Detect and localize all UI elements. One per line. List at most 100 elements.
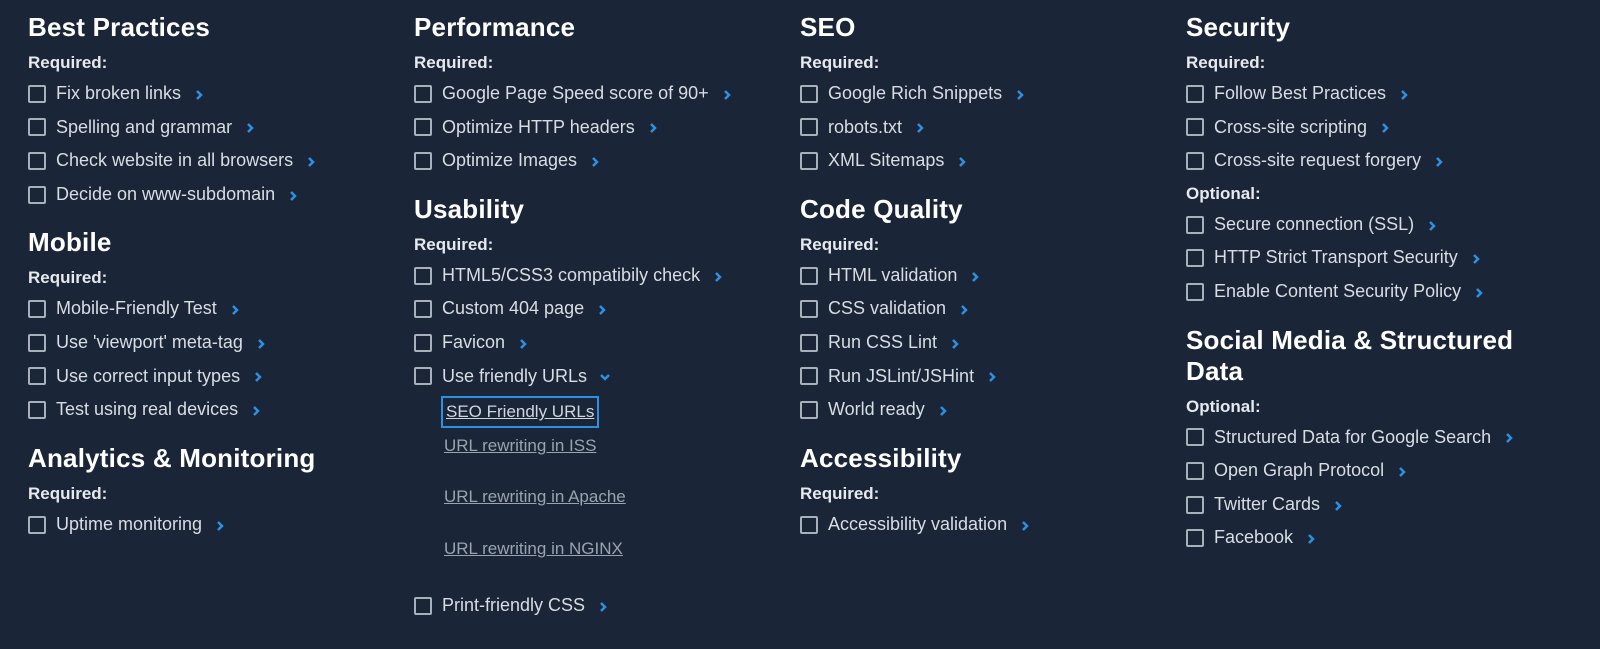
checklist-item-fix-broken-links[interactable]: Fix broken links <box>28 83 394 105</box>
chevron-right-icon[interactable] <box>597 600 609 612</box>
checklist-item-run-css-lint[interactable]: Run CSS Lint <box>800 332 1166 354</box>
checklist-item-accessibility-validation[interactable]: Accessibility validation <box>800 514 1166 536</box>
checklist-item-use-correct-input-types[interactable]: Use correct input types <box>28 366 394 388</box>
checkbox[interactable] <box>414 267 432 285</box>
checkbox[interactable] <box>414 300 432 318</box>
checklist-item-uptime-monitoring[interactable]: Uptime monitoring <box>28 514 394 536</box>
chevron-right-icon[interactable] <box>1014 88 1026 100</box>
checkbox[interactable] <box>414 118 432 136</box>
checklist-item-decide-on-www-subdomain[interactable]: Decide on www-subdomain <box>28 184 394 206</box>
checklist-item-cross-site-scripting[interactable]: Cross-site scripting <box>1186 117 1552 139</box>
checkbox[interactable] <box>1186 152 1204 170</box>
checklist-item-robots-txt[interactable]: robots.txt <box>800 117 1166 139</box>
checklist-item-spelling-and-grammar[interactable]: Spelling and grammar <box>28 117 394 139</box>
checkbox[interactable] <box>1186 118 1204 136</box>
chevron-right-icon[interactable] <box>956 155 968 167</box>
checkbox[interactable] <box>414 334 432 352</box>
checkbox[interactable] <box>1186 283 1204 301</box>
chevron-right-icon[interactable] <box>958 303 970 315</box>
checklist-item-structured-data-for-google-search[interactable]: Structured Data for Google Search <box>1186 427 1552 449</box>
checkbox[interactable] <box>1186 249 1204 267</box>
chevron-right-icon[interactable] <box>214 519 226 531</box>
checkbox[interactable] <box>800 118 818 136</box>
chevron-right-icon[interactable] <box>647 121 659 133</box>
chevron-right-icon[interactable] <box>250 404 262 416</box>
chevron-right-icon[interactable] <box>1019 519 1031 531</box>
checklist-item-enable-content-security-policy[interactable]: Enable Content Security Policy <box>1186 281 1552 303</box>
checklist-item-favicon[interactable]: Favicon <box>414 332 780 354</box>
chevron-right-icon[interactable] <box>949 337 961 349</box>
chevron-right-icon[interactable] <box>914 121 926 133</box>
checklist-item-optimize-http-headers[interactable]: Optimize HTTP headers <box>414 117 780 139</box>
chevron-right-icon[interactable] <box>1503 431 1515 443</box>
checkbox[interactable] <box>414 152 432 170</box>
chevron-right-icon[interactable] <box>1398 88 1410 100</box>
checkbox[interactable] <box>800 267 818 285</box>
checklist-item-google-page-speed-score-of-90[interactable]: Google Page Speed score of 90+ <box>414 83 780 105</box>
chevron-right-icon[interactable] <box>596 303 608 315</box>
checkbox[interactable] <box>414 597 432 615</box>
checkbox[interactable] <box>28 401 46 419</box>
checklist-item-use-viewport-meta-tag[interactable]: Use 'viewport' meta-tag <box>28 332 394 354</box>
chevron-right-icon[interactable] <box>244 121 256 133</box>
checklist-item-html5-css3-compatibily-check[interactable]: HTML5/CSS3 compatibily check <box>414 265 780 287</box>
checklist-item-follow-best-practices[interactable]: Follow Best Practices <box>1186 83 1552 105</box>
checkbox[interactable] <box>1186 216 1204 234</box>
checklist-item-use-friendly-urls[interactable]: Use friendly URLs <box>414 366 780 388</box>
checklist-item-run-jslint-jshint[interactable]: Run JSLint/JSHint <box>800 366 1166 388</box>
sublink-seo-friendly-urls[interactable]: SEO Friendly URLs <box>444 399 596 425</box>
checklist-item-cross-site-request-forgery[interactable]: Cross-site request forgery <box>1186 150 1552 172</box>
checklist-item-http-strict-transport-security[interactable]: HTTP Strict Transport Security <box>1186 247 1552 269</box>
checkbox[interactable] <box>1186 529 1204 547</box>
checkbox[interactable] <box>28 85 46 103</box>
chevron-right-icon[interactable] <box>986 370 998 382</box>
checkbox[interactable] <box>414 85 432 103</box>
checkbox[interactable] <box>1186 462 1204 480</box>
checkbox[interactable] <box>28 152 46 170</box>
checklist-item-twitter-cards[interactable]: Twitter Cards <box>1186 494 1552 516</box>
chevron-right-icon[interactable] <box>1473 286 1485 298</box>
checklist-item-css-validation[interactable]: CSS validation <box>800 298 1166 320</box>
checkbox[interactable] <box>800 152 818 170</box>
sublink-url-rewriting-in-nginx[interactable]: URL rewriting in NGINX <box>444 536 780 562</box>
chevron-right-icon[interactable] <box>252 370 264 382</box>
chevron-right-icon[interactable] <box>1433 155 1445 167</box>
checkbox[interactable] <box>28 334 46 352</box>
checklist-item-html-validation[interactable]: HTML validation <box>800 265 1166 287</box>
chevron-right-icon[interactable] <box>1332 499 1344 511</box>
checkbox[interactable] <box>800 300 818 318</box>
chevron-right-icon[interactable] <box>969 270 981 282</box>
checkbox[interactable] <box>800 85 818 103</box>
checklist-item-check-website-in-all-browsers[interactable]: Check website in all browsers <box>28 150 394 172</box>
chevron-right-icon[interactable] <box>589 155 601 167</box>
checkbox[interactable] <box>800 516 818 534</box>
checklist-item-google-rich-snippets[interactable]: Google Rich Snippets <box>800 83 1166 105</box>
chevron-right-icon[interactable] <box>193 88 205 100</box>
chevron-right-icon[interactable] <box>1305 532 1317 544</box>
checklist-item-print-friendly-css[interactable]: Print-friendly CSS <box>414 595 780 617</box>
checkbox[interactable] <box>1186 428 1204 446</box>
chevron-right-icon[interactable] <box>1470 252 1482 264</box>
checklist-item-open-graph-protocol[interactable]: Open Graph Protocol <box>1186 460 1552 482</box>
chevron-right-icon[interactable] <box>937 404 949 416</box>
chevron-right-icon[interactable] <box>229 303 241 315</box>
checkbox[interactable] <box>1186 496 1204 514</box>
sublink-url-rewriting-in-iss[interactable]: URL rewriting in ISS <box>444 433 780 459</box>
checkbox[interactable] <box>28 516 46 534</box>
chevron-right-icon[interactable] <box>1379 121 1391 133</box>
sublink-url-rewriting-in-apache[interactable]: URL rewriting in Apache <box>444 484 780 510</box>
checkbox[interactable] <box>414 367 432 385</box>
checkbox[interactable] <box>28 118 46 136</box>
checklist-item-xml-sitemaps[interactable]: XML Sitemaps <box>800 150 1166 172</box>
chevron-right-icon[interactable] <box>712 270 724 282</box>
checklist-item-secure-connection-ssl[interactable]: Secure connection (SSL) <box>1186 214 1552 236</box>
chevron-right-icon[interactable] <box>255 337 267 349</box>
chevron-right-icon[interactable] <box>287 189 299 201</box>
checkbox[interactable] <box>800 367 818 385</box>
checklist-item-custom-404-page[interactable]: Custom 404 page <box>414 298 780 320</box>
chevron-right-icon[interactable] <box>1426 219 1438 231</box>
checkbox[interactable] <box>28 367 46 385</box>
chevron-right-icon[interactable] <box>517 337 529 349</box>
checkbox[interactable] <box>28 300 46 318</box>
checklist-item-world-ready[interactable]: World ready <box>800 399 1166 421</box>
